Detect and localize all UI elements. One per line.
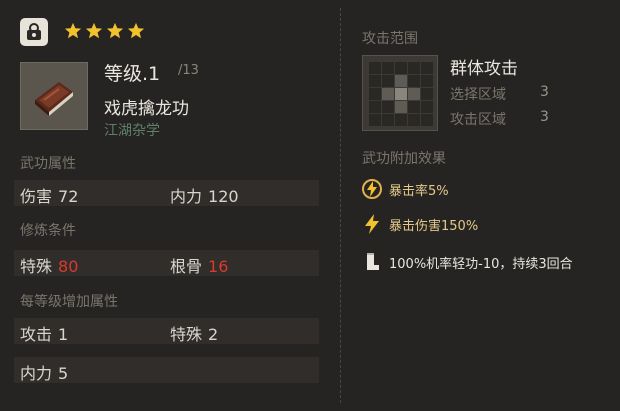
star-icon [106,22,124,39]
stat-inner-power: 内力 120 [170,187,239,206]
item-name: 戏虎擒龙功 [104,99,189,119]
stat-row: 内力 5 [14,357,319,383]
attack-range-grid [362,55,438,131]
boot-icon [360,250,384,274]
item-level: 等级.1 [104,63,161,85]
attack-range-name: 群体攻击 [450,59,518,79]
effects-label: 武功附加效果 [362,151,446,167]
lock-icon[interactable] [20,18,48,46]
star-icon [127,22,145,39]
section-attributes: 武功属性 [20,156,76,172]
section-requirements: 修炼条件 [20,223,76,239]
star-icon [64,22,82,39]
stat-row: 攻击 1 特殊 2 [14,318,319,344]
lightning-icon [360,212,384,236]
per-level-special: 特殊 2 [170,325,219,344]
req-root-bone: 根骨 16 [170,257,229,276]
effect-item: 100%机率轻功-10，持续3回合 [360,249,573,275]
select-area-value: 3 [540,84,549,100]
select-area-label: 选择区域 [450,87,506,103]
panel-divider [340,8,341,403]
attack-range-label: 攻击范围 [362,31,418,47]
stat-damage: 伤害 72 [20,187,79,206]
attack-area-value: 3 [540,109,549,125]
section-per-level: 每等级增加属性 [20,294,118,310]
star-icon [85,22,103,39]
book-icon [20,62,88,130]
req-special: 特殊 80 [20,257,79,276]
star-rating [64,22,145,40]
effect-item: 暴击率5% [360,176,449,202]
item-level-max: /13 [178,63,199,78]
per-level-attack: 攻击 1 [20,325,69,344]
stat-row: 伤害 72 内力 120 [14,180,319,206]
effect-item: 暴击伤害150% [360,211,478,237]
lightning-circle-icon [360,177,384,201]
item-category: 江湖杂学 [104,123,160,139]
attack-area-label: 攻击区域 [450,112,506,128]
stat-row: 特殊 80 根骨 16 [14,250,319,276]
per-level-inner-power: 内力 5 [20,364,69,383]
